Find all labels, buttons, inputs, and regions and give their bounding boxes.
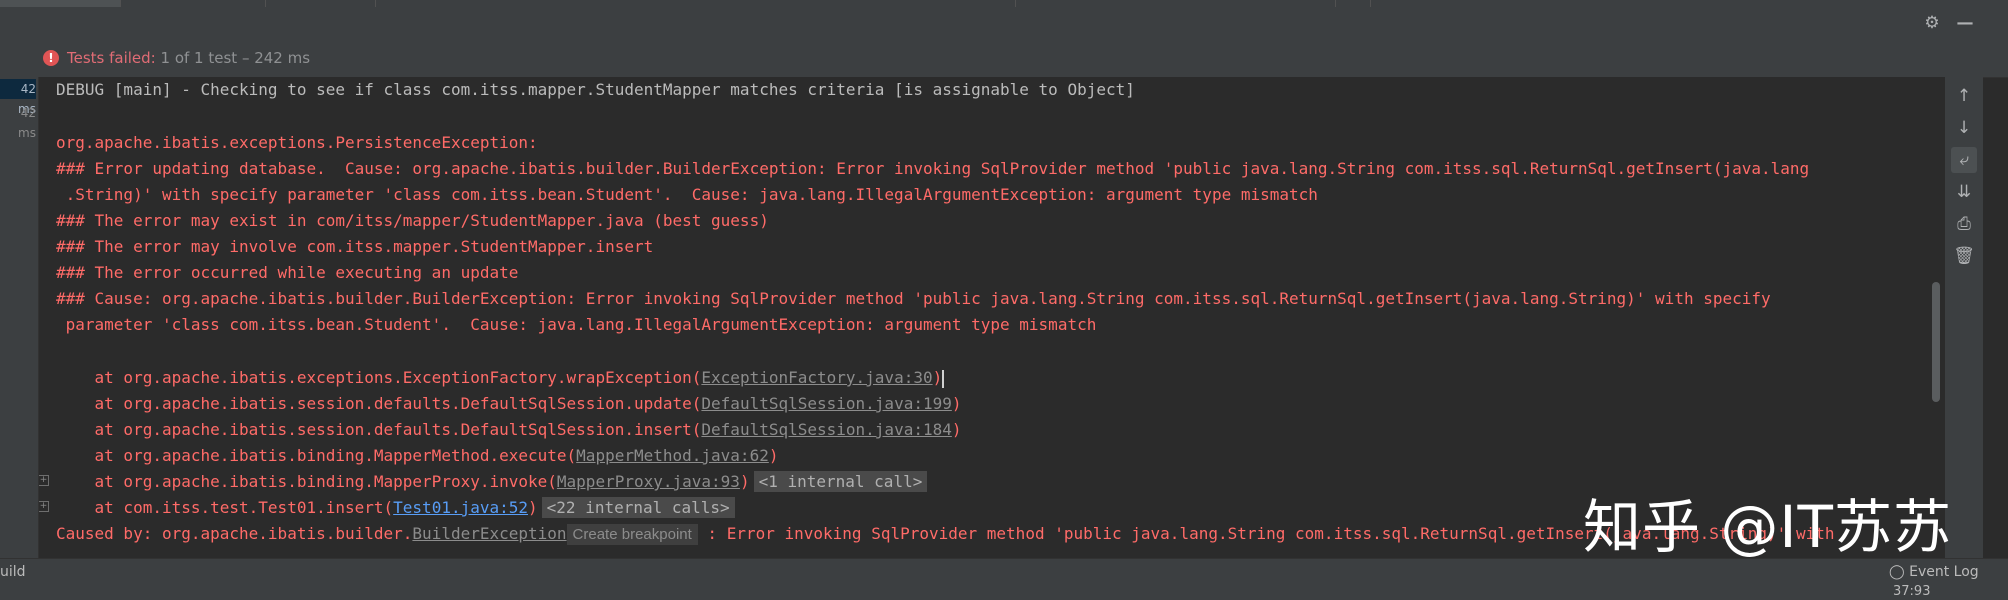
stack-frame-method: at com.itss.test.Test01.insert( [56, 498, 394, 517]
print-icon[interactable]: ⎙ [1951, 211, 1977, 237]
console-line: DEBUG [main] - Checking to see if class … [56, 80, 1135, 99]
stack-frame-paren: ) [768, 446, 779, 465]
tests-failed-detail: 1 of 1 test – 242 ms [160, 49, 311, 67]
stack-frame-method: at org.apache.ibatis.binding.MapperMetho… [56, 446, 577, 465]
test-tree-panel: 42 ms 42 ms [0, 77, 39, 558]
tab-strip-segment[interactable] [1335, 0, 1371, 7]
tool-window-header: ⚙ — [0, 7, 2008, 39]
test-duration[interactable]: 42 ms [0, 103, 36, 140]
console-line: ### The error may involve com.itss.mappe… [56, 237, 654, 256]
build-tab[interactable]: uild [0, 564, 26, 580]
stack-frame: at org.apache.ibatis.session.defaults.De… [56, 391, 962, 417]
console-line: .String)' with specify parameter 'class … [56, 185, 1318, 204]
source-link[interactable]: DefaultSqlSession.java:199 [701, 394, 951, 413]
console-line: ### Cause: org.apache.ibatis.builder.Bui… [56, 289, 1771, 308]
tab-strip-segment[interactable] [1015, 0, 1336, 7]
minimize-icon[interactable]: — [1955, 13, 1975, 33]
console-line: ### The error may exist in com/itss/mapp… [56, 211, 769, 230]
stack-frame-paren: ) [951, 394, 962, 413]
source-link[interactable]: Test01.java:52 [393, 498, 528, 517]
soft-wrap-icon[interactable]: ⤶ [1951, 147, 1977, 173]
tool-window-bar: uild ◯ Event Log [0, 558, 2008, 587]
caused-by-line: Caused by: org.apache.ibatis.builder.Bui… [56, 521, 1834, 547]
source-link[interactable]: MapperMethod.java:62 [576, 446, 769, 465]
stack-frame: at org.apache.ibatis.exceptions.Exceptio… [56, 365, 945, 391]
create-breakpoint-button[interactable]: Create breakpoint [566, 524, 698, 545]
source-link[interactable]: MapperProxy.java:93 [557, 472, 740, 491]
expand-fold-icon[interactable]: + [39, 475, 49, 486]
caused-by-prefix: Caused by: org.apache.ibatis.builder. [56, 524, 413, 543]
console-line: ### Error updating database. Cause: org.… [56, 159, 1810, 178]
status-bar: 37:93 [0, 584, 2008, 600]
tests-failed-label: Tests failed: [67, 49, 156, 67]
stack-frame-paren: ) [739, 472, 750, 491]
event-log-button[interactable]: ◯ Event Log [1889, 564, 1979, 580]
source-link[interactable]: ExceptionFactory.java:30 [701, 368, 932, 387]
stack-frame: at org.apache.ibatis.binding.MapperMetho… [56, 443, 779, 469]
test-status-bar: ! Tests failed: 1 of 1 test – 242 ms [0, 39, 2008, 78]
arrow-down-icon[interactable]: ↓ [1951, 115, 1977, 141]
console-line: parameter 'class com.itss.bean.Student'.… [56, 315, 1097, 334]
test-status-text: Tests failed: 1 of 1 test – 242 ms [67, 49, 310, 67]
exception-link[interactable]: BuilderException [412, 524, 566, 543]
source-link[interactable]: DefaultSqlSession.java:184 [701, 420, 951, 439]
stack-frame: at org.apache.ibatis.session.defaults.De… [56, 417, 962, 443]
stack-frame-method: at org.apache.ibatis.binding.MapperProxy… [56, 472, 557, 491]
test-duration[interactable]: 42 ms [0, 79, 36, 116]
stack-frame-paren: ) [528, 498, 538, 517]
stack-frame-method: at org.apache.ibatis.session.defaults.De… [56, 420, 702, 439]
arrow-up-icon[interactable]: ↑ [1951, 83, 1977, 109]
stack-frame-method: at org.apache.ibatis.exceptions.Exceptio… [56, 368, 702, 387]
stack-frame: at org.apache.ibatis.binding.MapperProxy… [56, 469, 928, 495]
gear-icon[interactable]: ⚙ [1922, 13, 1942, 33]
tab-strip-segment[interactable] [0, 0, 121, 7]
internal-calls-fold[interactable]: <1 internal call> [753, 471, 928, 492]
stack-frame-paren: ) [951, 420, 962, 439]
event-log-label: Event Log [1909, 564, 1979, 580]
stack-frame-method: at org.apache.ibatis.session.defaults.De… [56, 394, 702, 413]
caret-position[interactable]: 37:93 [1893, 584, 1930, 599]
zhihu-watermark: 知乎 @IT苏苏 [1583, 493, 1952, 561]
trash-icon[interactable]: 🗑 [1951, 243, 1977, 269]
tab-strip-segment[interactable] [265, 0, 376, 7]
stack-frame: at com.itss.test.Test01.insert(Test01.ja… [56, 495, 735, 521]
text-caret [942, 369, 945, 388]
chat-bubble-icon: ◯ [1889, 564, 1910, 580]
expand-fold-icon[interactable]: + [39, 501, 49, 512]
stack-frame-paren: ) [932, 368, 943, 387]
console-line: ### The error occurred while executing a… [56, 263, 519, 282]
error-icon: ! [43, 50, 59, 66]
tab-strip-segment[interactable] [120, 0, 266, 7]
console-line: org.apache.ibatis.exceptions.Persistence… [56, 133, 538, 152]
scroll-to-end-icon[interactable]: ⇊ [1951, 179, 1977, 205]
scrollbar-thumb[interactable] [1932, 282, 1940, 402]
internal-calls-fold[interactable]: <22 internal calls> [541, 497, 735, 518]
tab-strip-segment[interactable] [375, 0, 1016, 7]
